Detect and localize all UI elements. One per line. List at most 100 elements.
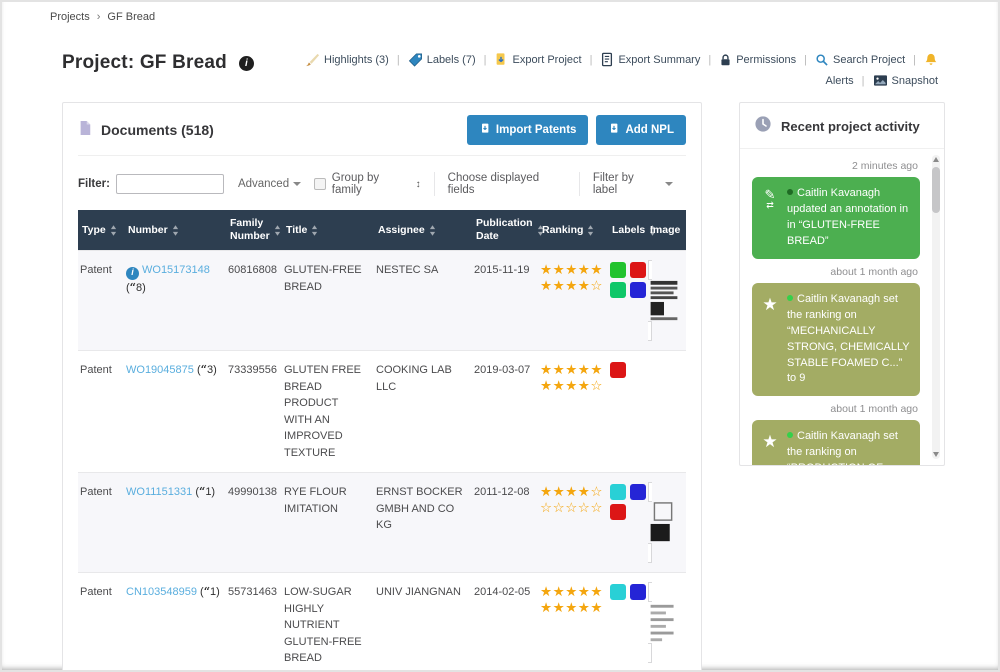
activity-title: Recent project activity bbox=[781, 119, 920, 134]
breadcrumb-projects-link[interactable]: Projects bbox=[50, 11, 90, 23]
cell-image bbox=[646, 473, 688, 572]
patent-image-thumbnail[interactable] bbox=[648, 582, 683, 663]
cell-number: WO19045875 (“3) bbox=[124, 351, 226, 390]
label-swatch-red[interactable] bbox=[610, 362, 626, 378]
advanced-toggle[interactable]: Advanced bbox=[238, 178, 301, 190]
scroll-up-arrow-icon[interactable] bbox=[933, 157, 939, 162]
search-project-button[interactable]: Search Project bbox=[815, 53, 905, 67]
scrollbar-thumb[interactable] bbox=[932, 167, 940, 213]
activity-list: 2 minutes ago ✎⇄Caitlin Kavanagh updated … bbox=[740, 149, 944, 465]
column-header-number[interactable]: Number bbox=[124, 210, 226, 250]
activity-card[interactable]: ★Caitlin Kavanagh set the ranking on “PR… bbox=[752, 420, 920, 465]
patent-image-thumbnail[interactable] bbox=[648, 260, 683, 341]
ranking-stars[interactable]: ★★★★★★★★★★ bbox=[540, 584, 603, 615]
patent-number-link[interactable]: WO11151331 bbox=[126, 486, 192, 498]
label-swatch-emerald[interactable] bbox=[610, 282, 626, 298]
export-summary-button[interactable]: Export Summary bbox=[600, 52, 700, 67]
column-header-type[interactable]: Type bbox=[78, 210, 124, 250]
activity-card[interactable]: ✎⇄Caitlin Kavanagh updated an annotation… bbox=[752, 177, 920, 259]
recent-activity-panel: Recent project activity 2 minutes ago ✎⇄C… bbox=[739, 102, 945, 466]
cell-assignee: NESTEC SA bbox=[374, 251, 472, 290]
label-swatch-red[interactable] bbox=[610, 504, 626, 520]
table-body: PatentiWO15173148 (“8)60816808GLUTEN-FRE… bbox=[78, 250, 686, 672]
breadcrumb-current: GF Bread bbox=[107, 11, 155, 23]
table-row[interactable]: PatentWO19045875 (“3)73339556GLUTEN FREE… bbox=[78, 350, 686, 472]
snapshot-button[interactable]: Snapshot bbox=[873, 74, 938, 87]
label-swatch-cyan[interactable] bbox=[610, 484, 626, 500]
label-swatch-blue[interactable] bbox=[630, 584, 646, 600]
scroll-down-arrow-icon[interactable] bbox=[933, 452, 939, 457]
cell-family-number: 60816808 bbox=[226, 251, 282, 290]
group-by-family-checkbox[interactable]: Group by family ↕ bbox=[301, 172, 434, 196]
ranking-stars[interactable]: ★★★★★★★★★☆ bbox=[540, 262, 603, 293]
ranking-stars[interactable]: ★★★★☆☆☆☆☆☆ bbox=[540, 484, 603, 515]
cell-type: Patent bbox=[78, 473, 124, 512]
project-toolbar: Highlights (3) | Labels (7) | Export Pro… bbox=[305, 52, 938, 94]
label-swatch-blue[interactable] bbox=[630, 282, 646, 298]
add-doc-icon bbox=[608, 122, 620, 138]
table-row[interactable]: PatentiWO15173148 (“8)60816808GLUTEN-FRE… bbox=[78, 250, 686, 350]
patent-number-link[interactable]: WO15173148 bbox=[142, 264, 210, 276]
patent-number-link[interactable]: WO19045875 bbox=[126, 364, 194, 376]
info-icon[interactable]: i bbox=[126, 267, 139, 280]
activity-text: Caitlin Kavanagh set the ranking on “MEC… bbox=[787, 292, 911, 388]
status-dot bbox=[787, 432, 793, 438]
checkbox-icon[interactable] bbox=[314, 178, 326, 190]
breadcrumb: Projects›GF Bread bbox=[50, 11, 155, 23]
cell-publication-date: 2014-02-05 bbox=[472, 573, 538, 612]
cell-image bbox=[646, 351, 688, 373]
export-project-button[interactable]: Export Project bbox=[494, 52, 581, 67]
table-row[interactable]: PatentCN103548959 (“1)55731463LOW-SUGAR … bbox=[78, 572, 686, 672]
cell-title: LOW-SUGAR HIGHLY NUTRIENT GLUTEN-FREE BR… bbox=[282, 573, 374, 672]
column-header-assignee[interactable]: Assignee bbox=[374, 210, 472, 250]
chevron-down-icon bbox=[665, 182, 673, 186]
star-icon: ★ bbox=[760, 429, 780, 465]
column-header-family-number[interactable]: Family Number bbox=[226, 210, 282, 250]
column-header-title[interactable]: Title bbox=[282, 210, 374, 250]
label-swatch-red[interactable] bbox=[630, 262, 646, 278]
activity-text: Caitlin Kavanagh updated an annotation i… bbox=[787, 186, 911, 250]
add-npl-button[interactable]: Add NPL bbox=[596, 115, 686, 145]
cell-assignee: UNIV JIANGNAN bbox=[374, 573, 472, 612]
citation-count: (“3) bbox=[197, 364, 217, 376]
status-dot bbox=[787, 295, 793, 301]
cell-number: iWO15173148 (“8) bbox=[124, 251, 226, 307]
activity-card[interactable]: ★Caitlin Kavanagh set the ranking on “ME… bbox=[752, 283, 920, 397]
labels-button[interactable]: Labels (7) bbox=[408, 52, 476, 67]
patent-number-link[interactable]: CN103548959 bbox=[126, 586, 197, 598]
alerts-bell-icon[interactable] bbox=[924, 52, 938, 67]
project-info-icon[interactable]: i bbox=[239, 56, 254, 71]
import-patents-button[interactable]: Import Patents bbox=[467, 115, 589, 145]
activity-timestamp: about 1 month ago bbox=[752, 403, 918, 415]
filter-by-label-dropdown[interactable]: Filter by label bbox=[579, 172, 686, 196]
activity-timestamp: 2 minutes ago bbox=[752, 160, 918, 172]
column-header-labels[interactable]: Labels bbox=[608, 210, 646, 250]
label-swatch-cyan[interactable] bbox=[610, 584, 626, 600]
cell-assignee: ERNST BOCKER GMBH AND CO KG bbox=[374, 473, 472, 545]
export-icon bbox=[494, 52, 508, 67]
ranking-stars[interactable]: ★★★★★★★★★☆ bbox=[540, 362, 603, 393]
label-swatch-green[interactable] bbox=[610, 262, 626, 278]
cell-image bbox=[646, 251, 688, 350]
cell-type: Patent bbox=[78, 351, 124, 390]
column-header-publication-date[interactable]: Publication Date bbox=[472, 210, 538, 250]
filter-input[interactable] bbox=[116, 174, 224, 194]
documents-table: TypeNumberFamily NumberTitleAssigneePubl… bbox=[78, 210, 686, 672]
cell-image bbox=[646, 573, 688, 672]
filter-bar: Filter: Advanced Group by family ↕ Choos… bbox=[78, 172, 686, 196]
activity-scrollbar[interactable] bbox=[932, 155, 940, 459]
alerts-button[interactable]: Alerts bbox=[826, 75, 854, 87]
clock-icon bbox=[754, 115, 772, 138]
documents-icon bbox=[78, 120, 92, 141]
table-row[interactable]: PatentWO11151331 (“1)49990138RYE FLOUR I… bbox=[78, 472, 686, 572]
choose-displayed-fields-button[interactable]: Choose displayed fields bbox=[434, 172, 579, 196]
column-header-ranking[interactable]: Ranking bbox=[538, 210, 608, 250]
label-swatch-blue[interactable] bbox=[630, 484, 646, 500]
citation-count: (“1) bbox=[200, 586, 220, 598]
patent-image-thumbnail[interactable] bbox=[648, 482, 683, 563]
highlights-button[interactable]: Highlights (3) bbox=[305, 52, 389, 67]
cell-labels bbox=[610, 584, 641, 600]
permissions-button[interactable]: Permissions bbox=[719, 53, 796, 67]
activity-text: Caitlin Kavanagh set the ranking on “PRO… bbox=[787, 429, 911, 465]
summary-doc-icon bbox=[600, 52, 614, 67]
